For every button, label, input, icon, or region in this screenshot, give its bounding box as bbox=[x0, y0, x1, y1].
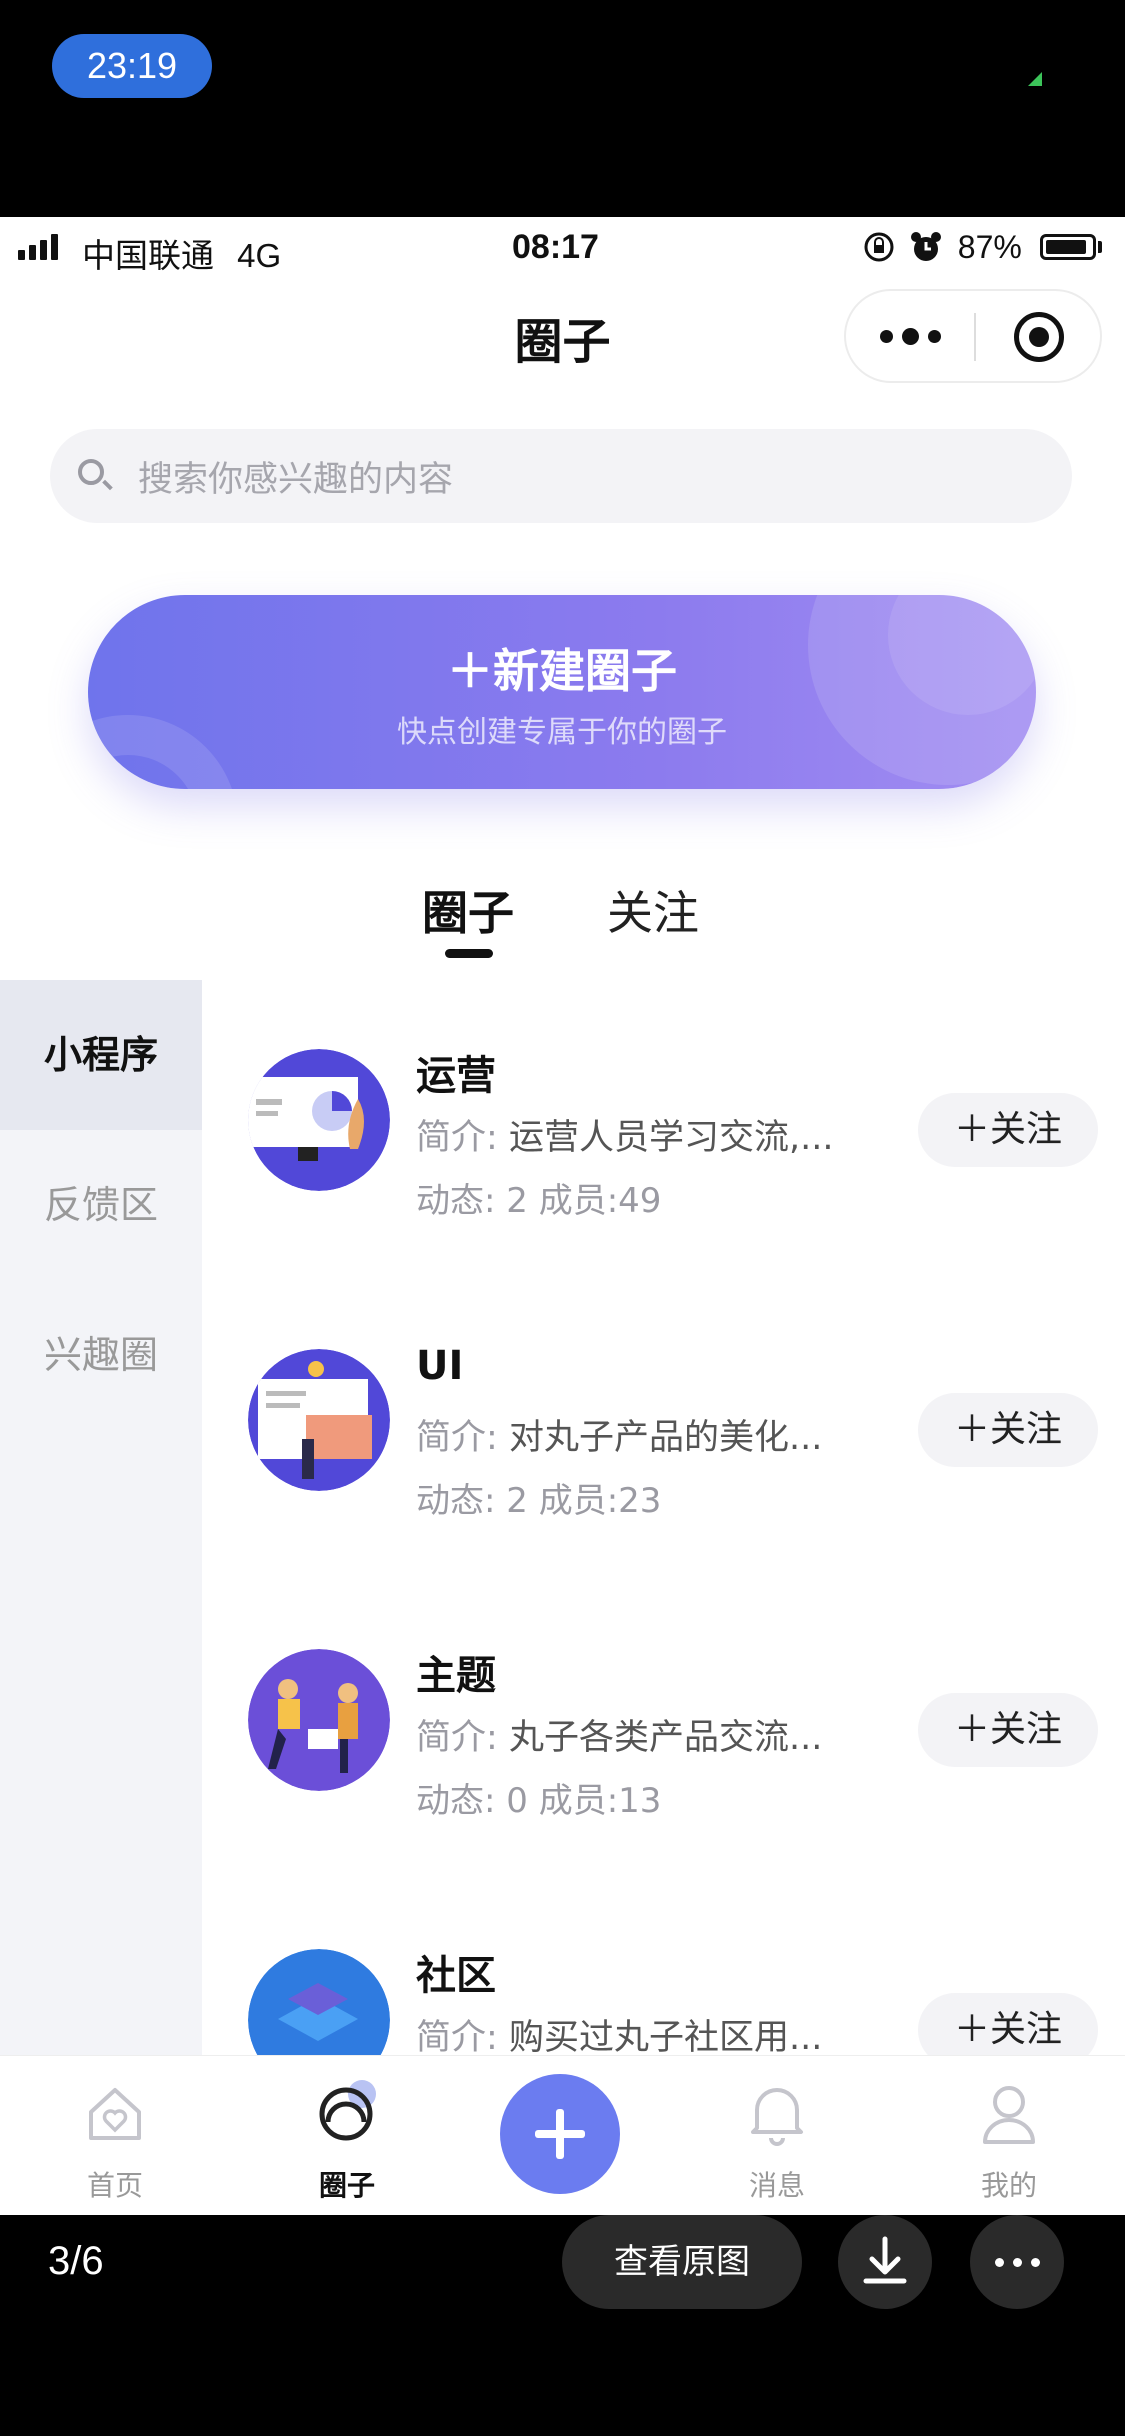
category-sidebar: 小程序 反馈区 兴趣圈 bbox=[0, 980, 202, 2215]
battery-tip bbox=[1098, 241, 1102, 253]
tab-label: 圈子 bbox=[318, 2169, 375, 2202]
viewer-top-bar: 23:19 bbox=[0, 0, 1125, 217]
description-label: 简介: bbox=[416, 1118, 498, 1158]
list-item[interactable]: UI 简介: 对丸子产品的美化... 动态: 2 成员:23 ＋关注 bbox=[202, 1343, 1125, 1649]
follow-button[interactable]: ＋关注 bbox=[918, 1093, 1098, 1167]
sidebar-item-miniprogram[interactable]: 小程序 bbox=[0, 980, 202, 1130]
battery-percent: 87% bbox=[957, 229, 1022, 265]
circle-name: 社区 bbox=[416, 1953, 496, 1999]
list-item[interactable]: 主题 简介: 丸子各类产品交流... 动态: 0 成员:13 ＋关注 bbox=[202, 1649, 1125, 1949]
circle-stats: 动态: 0 成员:13 bbox=[416, 1781, 662, 1821]
tab-circles-nav[interactable]: 圈子 bbox=[272, 2056, 422, 2215]
circles-icon bbox=[319, 2080, 376, 2141]
description-text: 运营人员学习交流,... bbox=[508, 1118, 834, 1158]
view-original-button[interactable]: 查看原图 bbox=[562, 2215, 802, 2309]
viewer-bottom-bar: 3/6 查看原图 bbox=[0, 2215, 1125, 2436]
description-label: 简介: bbox=[416, 1418, 498, 1458]
circle-name: 主题 bbox=[416, 1653, 496, 1699]
sidebar-item-interest[interactable]: 兴趣圈 bbox=[0, 1280, 202, 1430]
tab-following[interactable]: 关注 bbox=[607, 877, 699, 943]
description-label: 简介: bbox=[416, 1718, 498, 1758]
capsule-divider bbox=[974, 313, 976, 361]
plus-icon: ＋ bbox=[953, 2009, 990, 2050]
tab-label: 首页 bbox=[86, 2169, 143, 2202]
user-icon bbox=[983, 2086, 1035, 2144]
search-placeholder: 搜索你感兴趣的内容 bbox=[138, 460, 454, 500]
create-circle-title: ＋新建圈子 bbox=[88, 635, 1036, 701]
carrier-info: 中国联通 4G bbox=[82, 229, 281, 277]
more-options-button[interactable] bbox=[970, 2215, 1064, 2309]
tab-messages[interactable]: 消息 bbox=[702, 2056, 852, 2215]
tab-label: 我的 bbox=[980, 2169, 1037, 2202]
plus-icon: ＋ bbox=[953, 1409, 990, 1450]
circle-name: UI bbox=[416, 1343, 464, 1389]
alarm-icon bbox=[910, 232, 941, 261]
status-icons: 87% bbox=[862, 229, 1022, 266]
green-indicator-icon bbox=[1028, 72, 1042, 86]
carrier-name: 中国联通 bbox=[82, 237, 214, 274]
circle-avatar bbox=[248, 1049, 390, 1191]
network-type: 4G bbox=[237, 237, 282, 274]
follow-button[interactable]: ＋关注 bbox=[918, 1393, 1098, 1467]
status-bar: 中国联通 4G 08:17 87% bbox=[0, 217, 1125, 277]
download-button[interactable] bbox=[838, 2215, 932, 2309]
battery-icon bbox=[1040, 234, 1096, 260]
circle-description: 简介: 丸子各类产品交流... bbox=[416, 1709, 822, 1760]
circle-stats: 动态: 2 成员:49 bbox=[416, 1181, 662, 1221]
tab-home[interactable]: 首页 bbox=[40, 2056, 190, 2215]
tab-circles[interactable]: 圈子 bbox=[422, 877, 514, 943]
list-item[interactable]: 运营 简介: 运营人员学习交流,... 动态: 2 成员:49 ＋关注 bbox=[202, 1049, 1125, 1349]
add-post-button[interactable] bbox=[500, 2074, 620, 2194]
plus-icon: ＋ bbox=[953, 1109, 990, 1150]
circle-avatar bbox=[248, 1349, 390, 1491]
description-text: 丸子各类产品交流... bbox=[508, 1718, 823, 1758]
close-target-icon[interactable] bbox=[1014, 312, 1064, 362]
circle-name: 运营 bbox=[416, 1053, 496, 1099]
signal-icon bbox=[18, 234, 62, 260]
bottom-tab-bar: 首页 圈子 消息 我的 bbox=[0, 2055, 1125, 2215]
circle-avatar bbox=[248, 1649, 390, 1791]
page-indicator: 3/6 bbox=[48, 2239, 104, 2283]
download-icon bbox=[863, 2236, 907, 2284]
search-icon bbox=[78, 459, 104, 485]
circle-description: 简介: 购买过丸子社区用... bbox=[416, 2009, 822, 2060]
more-menu-icon[interactable] bbox=[846, 291, 974, 381]
description-text: 对丸子产品的美化... bbox=[508, 1418, 823, 1458]
miniprogram-capsule bbox=[844, 289, 1102, 383]
tab-label: 消息 bbox=[748, 2169, 805, 2202]
plus-icon: ＋ bbox=[953, 1709, 990, 1750]
rotation-lock-icon bbox=[864, 232, 894, 262]
description-label: 简介: bbox=[416, 2018, 498, 2058]
bell-icon bbox=[751, 2088, 803, 2146]
circle-description: 简介: 运营人员学习交流,... bbox=[416, 1109, 833, 1160]
tab-indicator bbox=[445, 949, 493, 958]
plus-icon: ＋ bbox=[447, 644, 493, 698]
follow-label: 关注 bbox=[990, 1409, 1063, 1450]
follow-label: 关注 bbox=[990, 2009, 1063, 2050]
phone-screen: 中国联通 4G 08:17 87% 圈子 搜索你感兴趣的内容 ＋新建圈子 快点创… bbox=[0, 217, 1125, 2215]
follow-label: 关注 bbox=[990, 1109, 1063, 1150]
home-heart-icon bbox=[89, 2088, 141, 2140]
time-pill: 23:19 bbox=[52, 34, 212, 98]
sidebar-item-feedback[interactable]: 反馈区 bbox=[0, 1130, 202, 1280]
create-circle-subtitle: 快点创建专属于你的圈子 bbox=[397, 715, 727, 750]
follow-button[interactable]: ＋关注 bbox=[918, 1693, 1098, 1767]
status-time: 08:17 bbox=[512, 228, 599, 266]
circle-stats: 动态: 2 成员:23 bbox=[416, 1481, 662, 1521]
description-text: 购买过丸子社区用... bbox=[508, 2018, 823, 2058]
circle-description: 简介: 对丸子产品的美化... bbox=[416, 1409, 822, 1460]
tab-profile[interactable]: 我的 bbox=[934, 2056, 1084, 2215]
create-circle-button[interactable]: ＋新建圈子 快点创建专属于你的圈子 bbox=[88, 595, 1036, 789]
follow-label: 关注 bbox=[990, 1709, 1063, 1750]
search-input[interactable]: 搜索你感兴趣的内容 bbox=[50, 429, 1072, 523]
create-circle-label: 新建圈子 bbox=[493, 644, 677, 698]
